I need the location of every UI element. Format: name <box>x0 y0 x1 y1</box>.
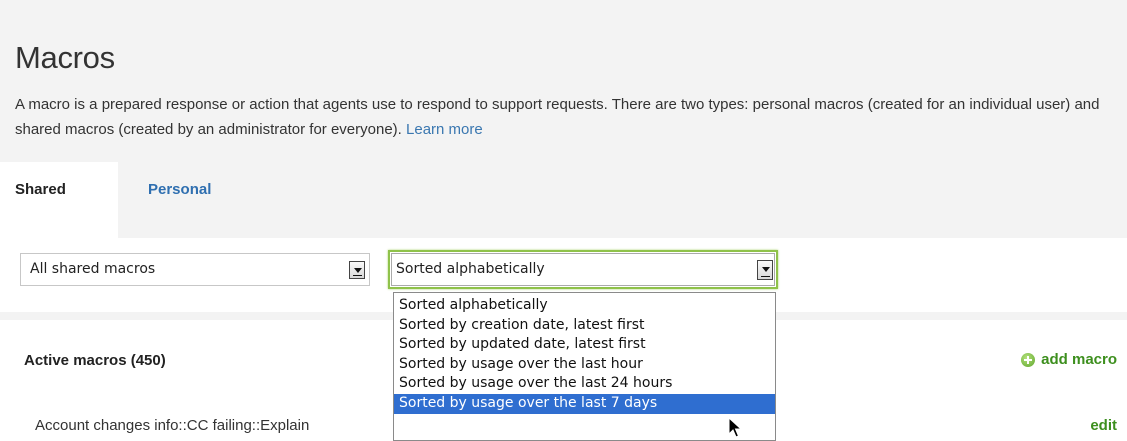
edit-link[interactable]: edit <box>1090 417 1117 434</box>
tab-personal[interactable]: Personal <box>148 162 211 238</box>
sort-select-value: Sorted alphabetically <box>396 261 545 277</box>
add-macro-button[interactable]: add macro <box>1021 351 1117 368</box>
sort-option[interactable]: Sorted by updated date, latest first <box>394 335 775 355</box>
sort-option[interactable]: Sorted by creation date, latest first <box>394 316 775 336</box>
page-description: A macro is a prepared response or action… <box>15 92 1115 142</box>
sort-option[interactable]: Sorted by usage over the last 24 hours <box>394 374 775 394</box>
scope-select-value: All shared macros <box>30 261 156 277</box>
chevron-down-icon[interactable] <box>757 260 773 280</box>
mouse-pointer-icon <box>728 417 742 438</box>
chevron-down-icon[interactable] <box>349 261 365 279</box>
sort-option[interactable]: Sorted alphabetically <box>394 296 775 316</box>
tab-personal-label: Personal <box>148 181 212 198</box>
sort-option-highlighted[interactable]: Sorted by usage over the last 7 days <box>394 393 775 414</box>
sort-dropdown-list: Sorted alphabetically Sorted by creation… <box>393 292 776 441</box>
macro-row-name[interactable]: Account changes info::CC failing::Explai… <box>35 417 309 434</box>
plus-icon <box>1021 352 1036 367</box>
add-macro-label: add macro <box>1041 351 1117 368</box>
sort-option[interactable]: Sorted by usage over the last hour <box>394 355 775 375</box>
description-text: A macro is a prepared response or action… <box>15 96 1100 138</box>
learn-more-link[interactable]: Learn more <box>406 121 483 138</box>
page-title: Macros <box>15 40 115 75</box>
sort-select[interactable]: Sorted alphabetically <box>388 250 778 289</box>
scope-select[interactable]: All shared macros <box>20 253 370 286</box>
active-macros-heading: Active macros (450) <box>24 352 166 369</box>
tab-shared-label: Shared <box>15 181 66 198</box>
tab-shared[interactable]: Shared <box>0 162 118 238</box>
